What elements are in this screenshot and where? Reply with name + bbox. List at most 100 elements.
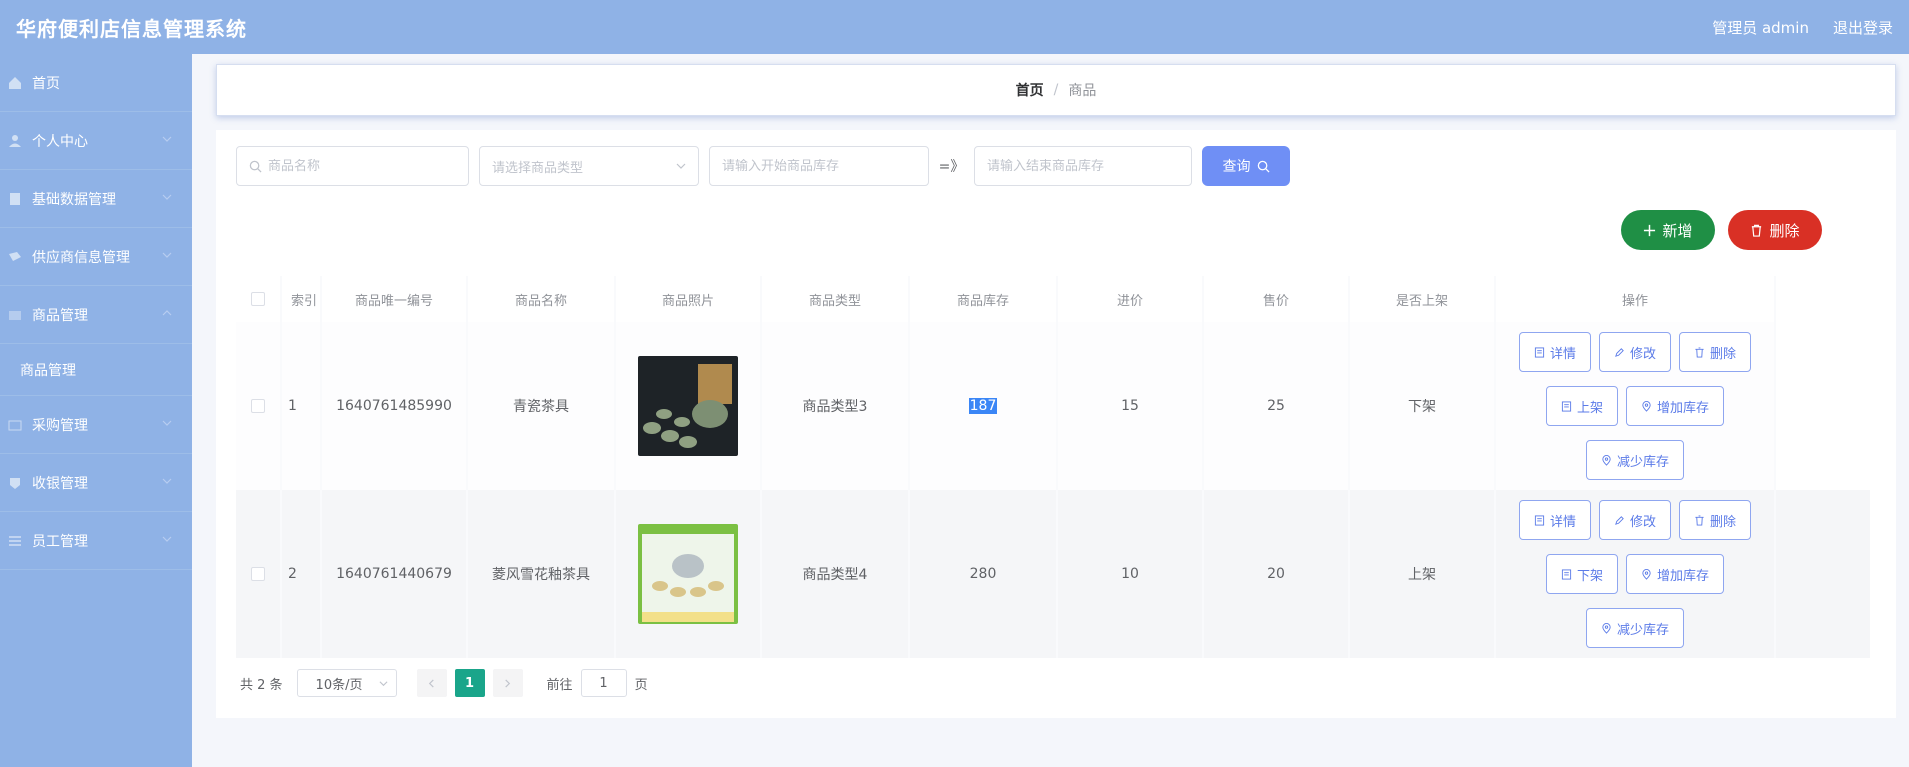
goto-label: 前往 [546, 677, 573, 693]
name-search-input[interactable] [268, 158, 456, 174]
database-icon [8, 192, 22, 206]
product-photo [638, 524, 738, 624]
add-stock-label: 增加库存 [1657, 568, 1710, 584]
breadcrumb-current: 商品 [1068, 83, 1097, 99]
batch-delete-button[interactable]: 删除 [1728, 210, 1822, 250]
add-label: 新增 [1662, 221, 1693, 240]
stock-start-input[interactable] [722, 158, 916, 174]
detail-button[interactable]: 详情 [1518, 332, 1591, 372]
location-icon [1642, 400, 1651, 412]
header-photo: 商品照片 [616, 276, 762, 322]
staff-icon [8, 534, 22, 548]
page-size-select[interactable]: 10条/页 [296, 669, 397, 697]
sidebar-item-profile[interactable]: 个人中心 [0, 112, 192, 170]
chevron-right-icon [505, 678, 511, 688]
row-stock-cell: 187 [910, 322, 1058, 490]
chevron-down-icon [162, 252, 172, 258]
prev-page-button[interactable] [416, 669, 447, 697]
chevron-down-icon [162, 420, 172, 426]
row-price-out: 25 [1204, 322, 1350, 490]
row-code: 1640761485990 [322, 322, 468, 490]
delete-label: 删除 [1710, 514, 1737, 530]
reduce-stock-button[interactable]: 减少库存 [1585, 440, 1684, 480]
delete-label: 删除 [1769, 221, 1800, 240]
edit-label: 修改 [1629, 346, 1656, 362]
table-row: 1 1640761485990 青瓷茶具 商品类型3 187 15 25 下架 … [236, 322, 1870, 490]
row-checkbox[interactable] [251, 567, 265, 581]
location-icon [1602, 454, 1611, 466]
row-checkbox[interactable] [251, 399, 265, 413]
sidebar-item-staff[interactable]: 员工管理 [0, 512, 192, 570]
chevron-up-icon [162, 310, 172, 316]
chevron-down-icon [162, 136, 172, 142]
breadcrumb: 首页 / 商品 [216, 64, 1896, 116]
sidebar-item-label: 首页 [32, 75, 60, 92]
sidebar-item-label: 员工管理 [32, 533, 88, 550]
sidebar-item-supplier[interactable]: 供应商信息管理 [0, 228, 192, 286]
pagination: 共 2 条 10条/页 1 前往 1 页 [240, 668, 648, 698]
sidebar-item-purchase[interactable]: 采购管理 [0, 396, 192, 454]
row-type: 商品类型3 [762, 322, 910, 490]
edit-button[interactable]: 修改 [1598, 500, 1671, 540]
trash-icon [1752, 224, 1762, 237]
delete-button[interactable]: 删除 [1679, 332, 1752, 372]
sidebar-item-basedata[interactable]: 基础数据管理 [0, 170, 192, 228]
add-stock-label: 增加库存 [1657, 400, 1710, 416]
shelf-toggle-button[interactable]: 上架 [1545, 386, 1618, 426]
stock-end-input[interactable] [987, 158, 1179, 174]
reduce-stock-label: 减少库存 [1616, 622, 1669, 638]
reduce-stock-button[interactable]: 减少库存 [1585, 608, 1684, 648]
header-code: 商品唯一编号 [322, 276, 468, 322]
plus-icon [1644, 224, 1656, 236]
goods-icon [8, 308, 22, 322]
top-header: 华府便利店信息管理系统 管理员 admin 退出登录 [0, 0, 1909, 54]
detail-button[interactable]: 详情 [1518, 500, 1591, 540]
edit-icon [1615, 347, 1624, 357]
row-name: 青瓷茶具 [468, 322, 616, 490]
delete-button[interactable]: 删除 [1679, 500, 1752, 540]
query-button[interactable]: 查询 [1202, 146, 1290, 186]
type-select[interactable]: 请选择商品类型 [479, 146, 699, 186]
chevron-down-icon [379, 680, 388, 686]
shelf-toggle-button[interactable]: 下架 [1545, 554, 1618, 594]
edit-button[interactable]: 修改 [1598, 332, 1671, 372]
home-icon [8, 76, 22, 90]
name-search-field [236, 146, 469, 186]
page-number-current[interactable]: 1 [454, 669, 485, 697]
next-page-button[interactable] [492, 669, 523, 697]
sidebar-item-cashier[interactable]: 收银管理 [0, 454, 192, 512]
sidebar-subitem-goods-manage[interactable]: 商品管理 [0, 344, 192, 396]
chevron-down-icon [676, 163, 686, 169]
row-stock: 187 [968, 398, 998, 414]
delete-label: 删除 [1710, 346, 1737, 362]
chevron-down-icon [162, 536, 172, 542]
product-photo [638, 356, 738, 456]
sidebar-item-home[interactable]: 首页 [0, 54, 192, 112]
row-photo-cell [616, 322, 762, 490]
select-all-checkbox[interactable] [251, 292, 265, 306]
cashier-icon [8, 476, 22, 490]
type-select-placeholder: 请选择商品类型 [492, 160, 584, 176]
header-price-out: 售价 [1204, 276, 1350, 322]
sidebar-item-label: 收银管理 [32, 475, 88, 492]
search-bar: 请选择商品类型 =》 查询 [236, 146, 1290, 186]
breadcrumb-home[interactable]: 首页 [1016, 80, 1044, 100]
location-icon [1602, 622, 1611, 634]
row-checkbox-cell [236, 490, 282, 658]
goto-page-input[interactable]: 1 [580, 669, 627, 697]
sidebar-item-goods[interactable]: 商品管理 [0, 286, 192, 344]
location-icon [1642, 568, 1651, 580]
row-index: 2 [282, 490, 322, 658]
add-stock-button[interactable]: 增加库存 [1626, 554, 1725, 594]
row-shelf-status: 上架 [1350, 490, 1496, 658]
logout-link[interactable]: 退出登录 [1833, 17, 1893, 38]
row-code: 1640761440679 [322, 490, 468, 658]
table-row: 2 1640761440679 菱风雪花釉茶具 商品类型4 280 10 20 … [236, 490, 1870, 658]
header-name: 商品名称 [468, 276, 616, 322]
admin-label: 管理员 admin [1712, 18, 1809, 37]
page-unit-label: 页 [634, 677, 648, 693]
total-count: 共 2 条 [240, 677, 283, 693]
add-stock-button[interactable]: 增加库存 [1626, 386, 1725, 426]
add-button[interactable]: 新增 [1621, 210, 1715, 250]
sidebar-item-label: 基础数据管理 [32, 191, 116, 208]
